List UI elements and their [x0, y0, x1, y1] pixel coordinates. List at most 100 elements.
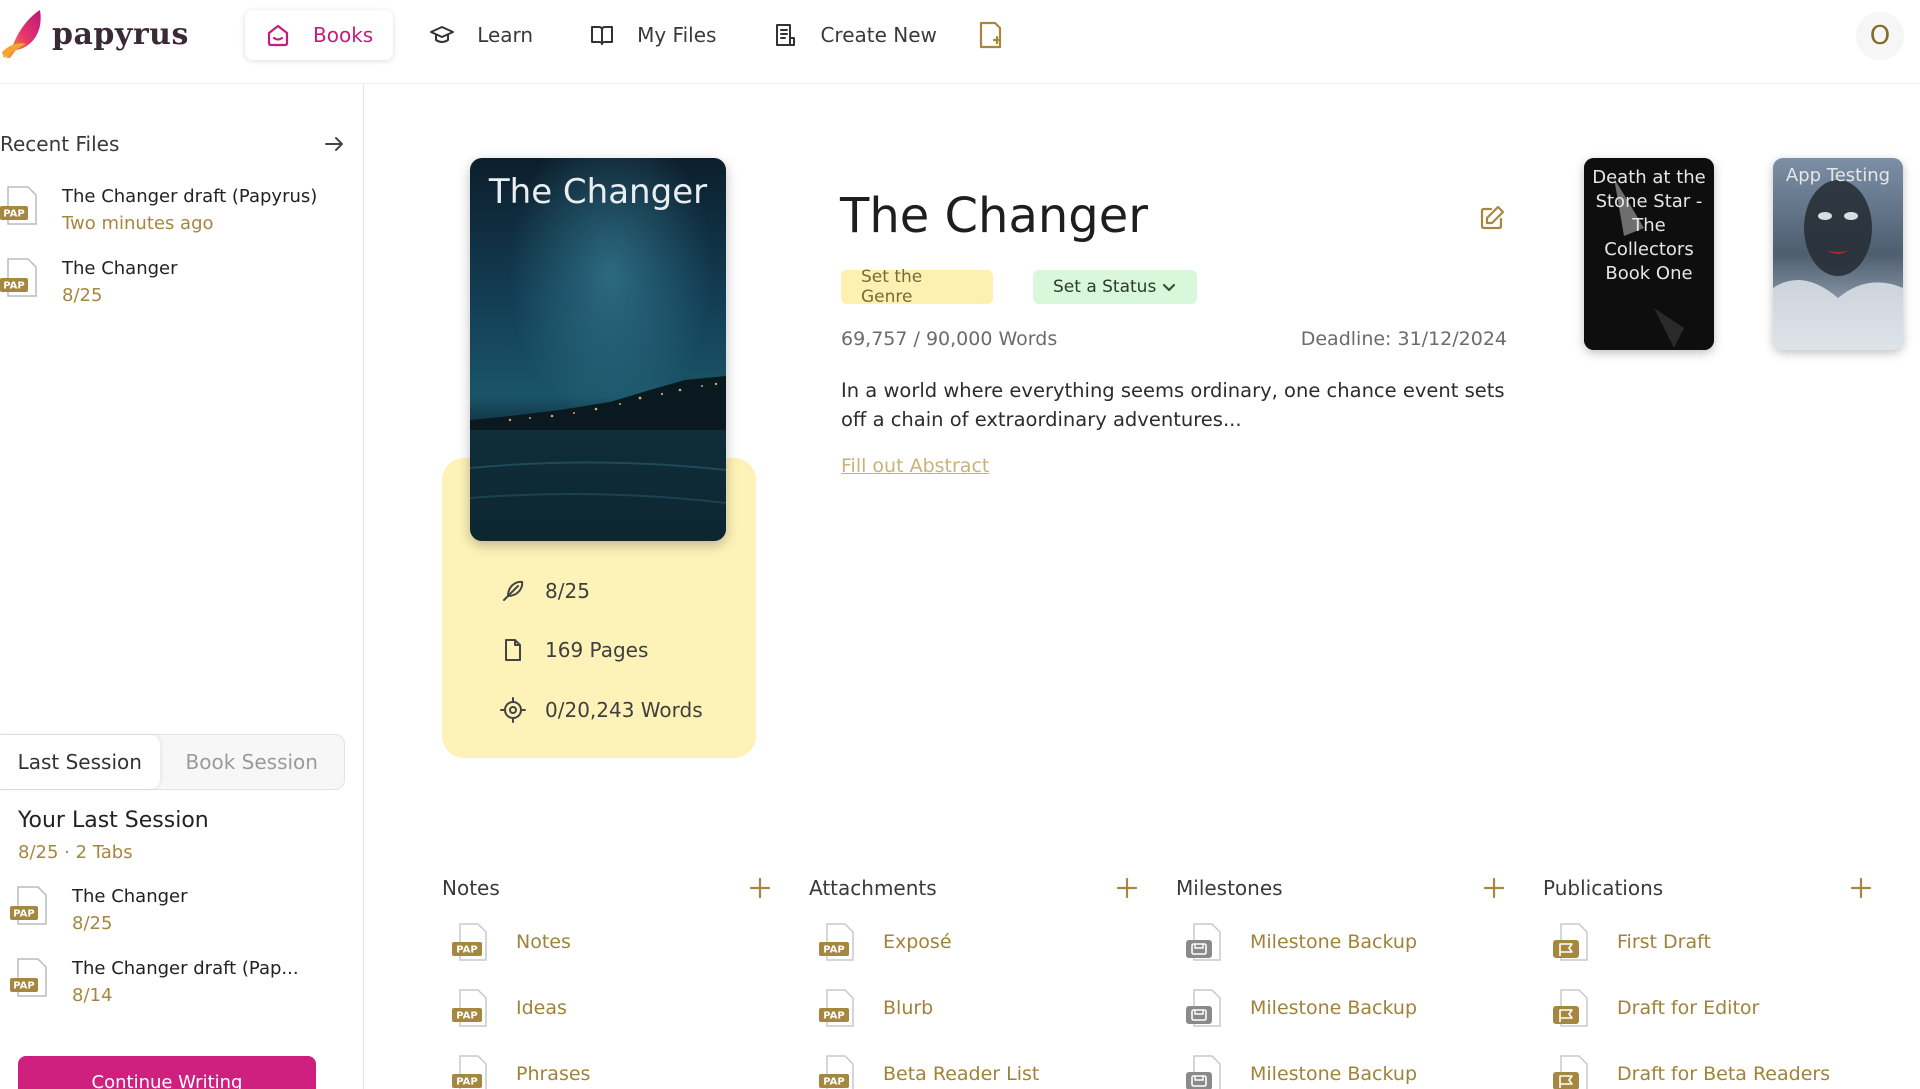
papyrus-logo[interactable]: papyrus [0, 8, 189, 60]
section-item[interactable]: PAP Beta Reader List [815, 1054, 1039, 1089]
section-item-label: Notes [516, 931, 571, 953]
edit-book-button[interactable] [1478, 204, 1506, 232]
arrow-right-icon[interactable] [323, 133, 345, 155]
recent-file-item[interactable]: PAP The Changer draft (Papyrus) Two minu… [0, 184, 317, 238]
nav-learn-label: Learn [477, 23, 534, 47]
pap-file-icon: PAP [448, 922, 516, 962]
brand-name: papyrus [52, 16, 189, 52]
section-title: Publications [1543, 876, 1664, 900]
section-item[interactable]: Draft for Beta Readers [1549, 1054, 1830, 1089]
session-file-title: The Changer draft (Pap... [72, 958, 299, 979]
set-status-dropdown[interactable]: Set a Status [1033, 270, 1197, 304]
cover-title: The Changer [488, 172, 708, 212]
publication-flag-icon [1549, 1054, 1617, 1089]
stat-word-goal-value: 0/20,243 Words [545, 698, 703, 722]
plus-icon[interactable] [1115, 876, 1139, 900]
section-item-label: Draft for Beta Readers [1617, 1063, 1831, 1085]
section-item[interactable]: PAP Notes [448, 922, 571, 962]
session-file-date: 8/14 [72, 985, 113, 1006]
section-item-label: Milestone Backup [1250, 1063, 1418, 1085]
session-file-title: The Changer [72, 886, 188, 907]
section-title: Attachments [809, 876, 937, 900]
section-item[interactable]: Milestone Backup [1182, 988, 1417, 1028]
open-book-icon [589, 22, 615, 48]
recent-file-title: The Changer [62, 258, 178, 279]
section-item[interactable]: Draft for Editor [1549, 988, 1759, 1028]
section-item[interactable]: First Draft [1549, 922, 1711, 962]
svg-text:PAP: PAP [456, 1011, 477, 1022]
section-item-label: Milestone Backup [1250, 931, 1418, 953]
section-item[interactable]: PAP Blurb [815, 988, 933, 1028]
nav-books[interactable]: Books [245, 10, 394, 60]
svg-text:PAP: PAP [823, 1011, 844, 1022]
recent-file-item[interactable]: PAP The Changer 8/25 [0, 256, 178, 310]
notes-section: Notes [442, 870, 772, 906]
section-item[interactable]: PAP Exposé [815, 922, 952, 962]
session-file-item[interactable]: PAP The Changer draft (Pap... 8/14 [10, 956, 299, 1010]
session-subtitle: 8/25 · 2 Tabs [18, 842, 133, 863]
stat-date-value: 8/25 [545, 579, 590, 603]
svg-text:PAP: PAP [13, 981, 34, 992]
svg-text:PAP: PAP [823, 1077, 844, 1088]
svg-text:PAP: PAP [13, 909, 34, 920]
tab-book-session[interactable]: Book Session [160, 735, 344, 789]
feather-icon [500, 578, 545, 604]
pap-file-icon: PAP [10, 884, 72, 928]
section-item-label: First Draft [1617, 931, 1711, 953]
other-book-cover[interactable]: Death at the Stone Star - The Collectors… [1584, 158, 1714, 350]
milestone-save-icon [1182, 1054, 1250, 1089]
nav-my-files[interactable]: My Files [569, 10, 736, 60]
section-item-label: Blurb [883, 997, 934, 1019]
book-cover[interactable]: The Changer [470, 158, 726, 541]
recent-files-title: Recent Files [0, 132, 120, 156]
section-item-label: Milestone Backup [1250, 997, 1418, 1019]
nav-learn[interactable]: Learn [409, 10, 553, 60]
session-file-item[interactable]: PAP The Changer 8/25 [10, 884, 188, 938]
section-item-label: Draft for Editor [1617, 997, 1760, 1019]
plus-icon[interactable] [1482, 876, 1506, 900]
book-title: The Changer [840, 188, 1149, 244]
feather-logo-icon [2, 10, 41, 58]
nav-create-new-label: Create New [820, 23, 937, 47]
set-genre-chip[interactable]: Set the Genre [841, 267, 993, 307]
target-icon [500, 697, 545, 723]
section-item-label: Exposé [883, 931, 952, 953]
pap-file-icon: PAP [0, 256, 62, 300]
pap-file-icon: PAP [448, 1054, 516, 1089]
section-item[interactable]: PAP Ideas [448, 988, 567, 1028]
pap-file-icon: PAP [448, 988, 516, 1028]
publication-flag-icon [1549, 988, 1617, 1028]
deadline: Deadline: 31/12/2024 [1300, 328, 1507, 350]
stat-pages: 169 Pages [500, 637, 648, 663]
publication-flag-icon [1549, 922, 1617, 962]
section-item[interactable]: PAP Phrases [448, 1054, 590, 1089]
word-count: 69,757 / 90,000 Words [841, 328, 1058, 350]
nav-books-label: Books [313, 23, 374, 47]
section-item[interactable]: Milestone Backup [1182, 1054, 1417, 1089]
session-file-date: 8/25 [72, 913, 113, 934]
add-document-button[interactable] [977, 20, 1005, 50]
publications-section: Publications [1543, 870, 1873, 906]
plus-icon[interactable] [1849, 876, 1873, 900]
fill-abstract-link[interactable]: Fill out Abstract [841, 455, 989, 477]
stat-word-goal: 0/20,243 Words [500, 697, 703, 723]
section-item-label: Ideas [516, 997, 567, 1019]
book-description: In a world where everything seems ordina… [841, 379, 1505, 431]
plus-icon[interactable] [748, 876, 772, 900]
svg-text:PAP: PAP [3, 209, 24, 220]
milestone-save-icon [1182, 922, 1250, 962]
recent-file-time: Two minutes ago [62, 213, 214, 234]
main-nav: Books Learn My Files Create New [245, 10, 1005, 60]
section-item[interactable]: Milestone Backup [1182, 922, 1417, 962]
nav-create-new[interactable]: Create New [752, 10, 956, 60]
chevron-down-icon [1161, 279, 1177, 295]
tab-last-session[interactable]: Last Session [0, 735, 160, 789]
recent-file-date: 8/25 [62, 285, 103, 306]
session-tabs: Last Session Book Session [0, 734, 345, 790]
continue-writing-button[interactable]: Continue Writing [18, 1056, 316, 1089]
other-book-cover[interactable]: App Testing [1773, 158, 1903, 350]
pap-file-icon: PAP [815, 1054, 883, 1089]
user-avatar[interactable]: O [1856, 12, 1904, 60]
other-book-title: App Testing [1785, 165, 1891, 186]
edit-icon [1480, 205, 1505, 230]
